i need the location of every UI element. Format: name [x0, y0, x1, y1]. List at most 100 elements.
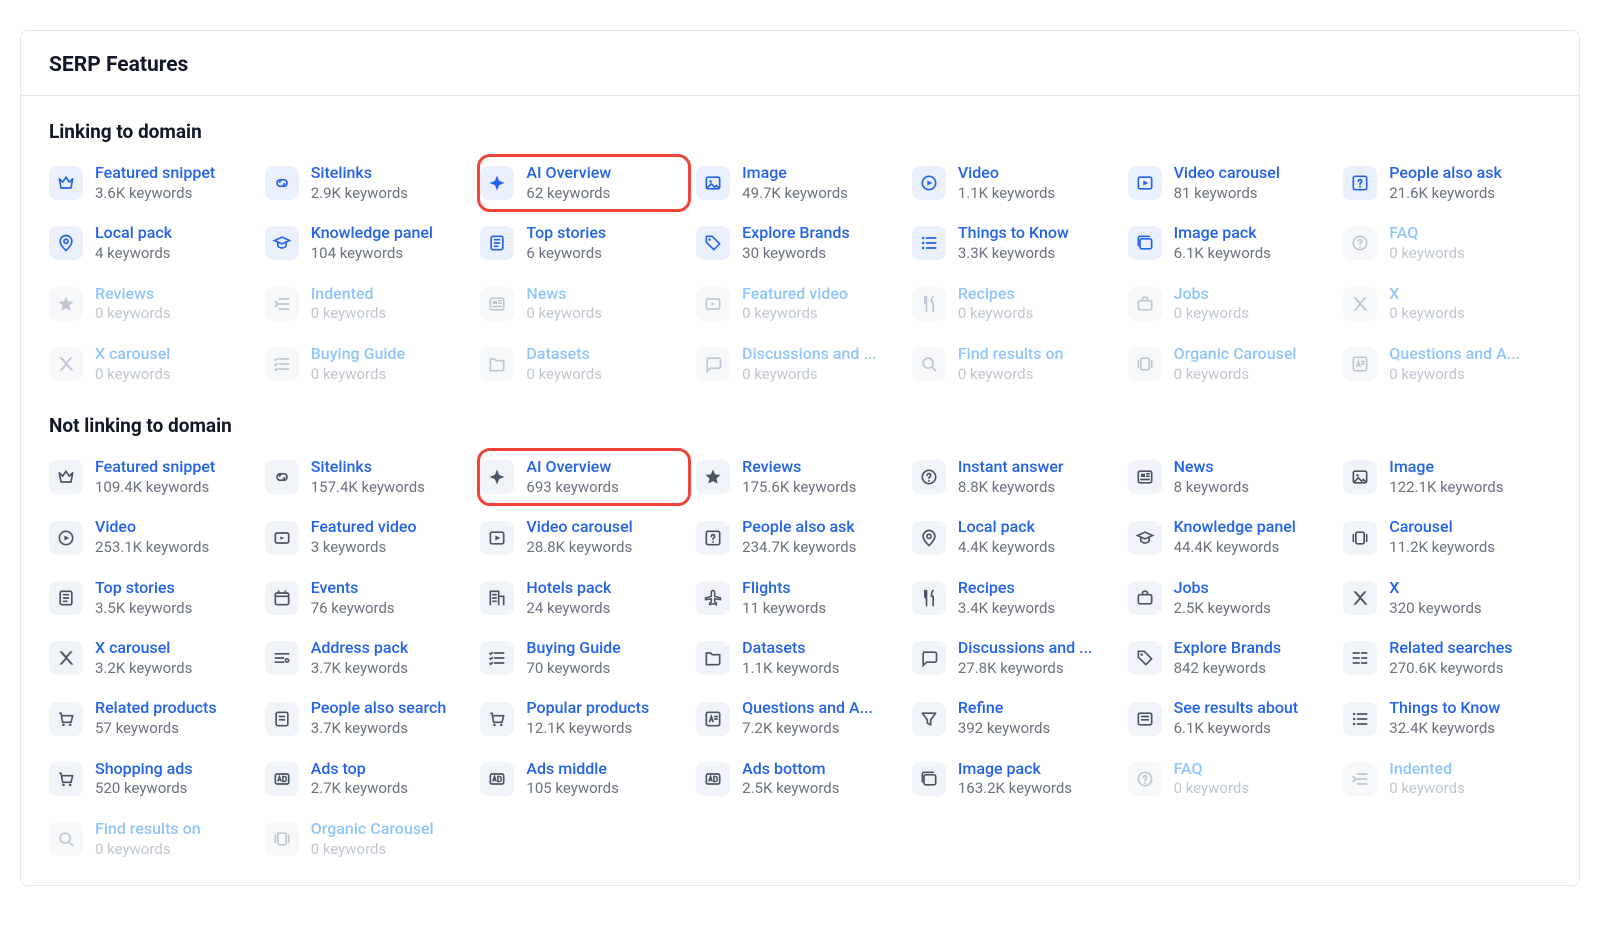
feature-carousel[interactable]: Carousel11.2K keywords — [1343, 511, 1551, 563]
feature-find-results-on[interactable]: Find results on0 keywords — [912, 338, 1120, 390]
feature-featured-video[interactable]: Featured video3 keywords — [265, 511, 473, 563]
feature-people-also-ask[interactable]: People also ask234.7K keywords — [696, 511, 904, 563]
feature-instant-answer[interactable]: Instant answer8.8K keywords — [912, 451, 1120, 503]
feature-related-products[interactable]: Related products57 keywords — [49, 692, 257, 744]
feature-sub: 693 keywords — [526, 478, 618, 498]
feature-datasets[interactable]: Datasets0 keywords — [480, 338, 688, 390]
feature-ads-top[interactable]: Ads top2.7K keywords — [265, 753, 473, 805]
feature-popular-products[interactable]: Popular products12.1K keywords — [480, 692, 688, 744]
feature-title: Video carousel — [1174, 163, 1280, 184]
feature-featured-snippet[interactable]: Featured snippet109.4K keywords — [49, 451, 257, 503]
feature-local-pack[interactable]: Local pack4 keywords — [49, 217, 257, 269]
spark-icon — [480, 166, 514, 200]
feature-title: Featured snippet — [95, 163, 215, 184]
feature-datasets[interactable]: Datasets1.1K keywords — [696, 632, 904, 684]
feature-ads-middle[interactable]: Ads middle105 keywords — [480, 753, 688, 805]
feature-video[interactable]: Video253.1K keywords — [49, 511, 257, 563]
feature-x-carousel[interactable]: X carousel0 keywords — [49, 338, 257, 390]
feature-people-also-ask[interactable]: People also ask21.6K keywords — [1343, 157, 1551, 209]
feature-title: Sitelinks — [311, 163, 408, 184]
feature-indented[interactable]: Indented0 keywords — [265, 278, 473, 330]
feature-jobs[interactable]: Jobs2.5K keywords — [1128, 572, 1336, 624]
feature-see-results-about[interactable]: See results about6.1K keywords — [1128, 692, 1336, 744]
feature-questions-answers[interactable]: Questions and A...7.2K keywords — [696, 692, 904, 744]
carousel-icon — [265, 822, 299, 856]
feature-image[interactable]: Image49.7K keywords — [696, 157, 904, 209]
feature-sub: 3.7K keywords — [311, 659, 408, 679]
feature-sub: 270.6K keywords — [1389, 659, 1512, 679]
feature-sub: 0 keywords — [1389, 365, 1520, 385]
feature-discussions[interactable]: Discussions and ...0 keywords — [696, 338, 904, 390]
feature-ai-overview[interactable]: AI Overview693 keywords — [480, 451, 688, 503]
feature-sub: 175.6K keywords — [742, 478, 856, 498]
feature-related-searches[interactable]: Related searches270.6K keywords — [1343, 632, 1551, 684]
feature-video-carousel[interactable]: Video carousel81 keywords — [1128, 157, 1336, 209]
feature-sub: 44.4K keywords — [1174, 538, 1296, 558]
newspaper-icon — [480, 287, 514, 321]
feature-title: Knowledge panel — [311, 223, 433, 244]
feature-reviews[interactable]: Reviews175.6K keywords — [696, 451, 904, 503]
feature-x-carousel[interactable]: X carousel3.2K keywords — [49, 632, 257, 684]
list-icon — [1343, 702, 1377, 736]
feature-sub: 6.1K keywords — [1174, 244, 1271, 264]
feature-sitelinks[interactable]: Sitelinks2.9K keywords — [265, 157, 473, 209]
feature-news[interactable]: News0 keywords — [480, 278, 688, 330]
feature-buying-guide[interactable]: Buying Guide70 keywords — [480, 632, 688, 684]
feature-indented[interactable]: Indented0 keywords — [1343, 753, 1551, 805]
feature-faq[interactable]: FAQ0 keywords — [1128, 753, 1336, 805]
feature-reviews[interactable]: Reviews0 keywords — [49, 278, 257, 330]
feature-title: Indented — [311, 284, 387, 305]
tag-icon — [696, 226, 730, 260]
feature-hotels-pack[interactable]: Hotels pack24 keywords — [480, 572, 688, 624]
feature-people-also-search[interactable]: People also search3.7K keywords — [265, 692, 473, 744]
feature-news[interactable]: News8 keywords — [1128, 451, 1336, 503]
feature-video-carousel[interactable]: Video carousel28.8K keywords — [480, 511, 688, 563]
x-logo-icon — [1343, 581, 1377, 615]
feature-x[interactable]: X320 keywords — [1343, 572, 1551, 624]
feature-image[interactable]: Image122.1K keywords — [1343, 451, 1551, 503]
feature-organic-carousel[interactable]: Organic Carousel0 keywords — [1128, 338, 1336, 390]
feature-image-pack[interactable]: Image pack163.2K keywords — [912, 753, 1120, 805]
feature-flights[interactable]: Flights11 keywords — [696, 572, 904, 624]
feature-ai-overview[interactable]: AI Overview62 keywords — [480, 157, 688, 209]
feature-top-stories[interactable]: Top stories6 keywords — [480, 217, 688, 269]
feature-top-stories[interactable]: Top stories3.5K keywords — [49, 572, 257, 624]
feature-featured-snippet[interactable]: Featured snippet3.6K keywords — [49, 157, 257, 209]
feature-buying-guide[interactable]: Buying Guide0 keywords — [265, 338, 473, 390]
feature-faq[interactable]: FAQ0 keywords — [1343, 217, 1551, 269]
feature-find-results-on[interactable]: Find results on0 keywords — [49, 813, 257, 865]
feature-things-to-know[interactable]: Things to Know3.3K keywords — [912, 217, 1120, 269]
feature-organic-carousel[interactable]: Organic Carousel0 keywords — [265, 813, 473, 865]
grad-cap-icon — [1128, 521, 1162, 555]
feature-recipes[interactable]: Recipes3.4K keywords — [912, 572, 1120, 624]
feature-explore-brands[interactable]: Explore Brands842 keywords — [1128, 632, 1336, 684]
feature-explore-brands[interactable]: Explore Brands30 keywords — [696, 217, 904, 269]
feature-questions-answers[interactable]: Questions and A...0 keywords — [1343, 338, 1551, 390]
feature-video[interactable]: Video1.1K keywords — [912, 157, 1120, 209]
feature-refine[interactable]: Refine392 keywords — [912, 692, 1120, 744]
feature-jobs[interactable]: Jobs0 keywords — [1128, 278, 1336, 330]
feature-shopping-ads[interactable]: Shopping ads520 keywords — [49, 753, 257, 805]
feature-x[interactable]: X0 keywords — [1343, 278, 1551, 330]
feature-image-pack[interactable]: Image pack6.1K keywords — [1128, 217, 1336, 269]
feature-address-pack[interactable]: Address pack3.7K keywords — [265, 632, 473, 684]
feature-ads-bottom[interactable]: Ads bottom2.5K keywords — [696, 753, 904, 805]
feature-discussions[interactable]: Discussions and ...27.8K keywords — [912, 632, 1120, 684]
feature-sub: 11.2K keywords — [1389, 538, 1495, 558]
list-icon — [912, 226, 946, 260]
feature-knowledge-panel[interactable]: Knowledge panel44.4K keywords — [1128, 511, 1336, 563]
feature-knowledge-panel[interactable]: Knowledge panel104 keywords — [265, 217, 473, 269]
feature-sub: 76 keywords — [311, 599, 395, 619]
plane-icon — [696, 581, 730, 615]
feature-events[interactable]: Events76 keywords — [265, 572, 473, 624]
feature-sitelinks[interactable]: Sitelinks157.4K keywords — [265, 451, 473, 503]
feature-things-to-know[interactable]: Things to Know32.4K keywords — [1343, 692, 1551, 744]
feature-sub: 1.1K keywords — [742, 659, 839, 679]
feature-title: News — [1174, 457, 1250, 478]
feature-local-pack[interactable]: Local pack4.4K keywords — [912, 511, 1120, 563]
feature-recipes[interactable]: Recipes0 keywords — [912, 278, 1120, 330]
play-square-icon — [1128, 166, 1162, 200]
pin-icon — [912, 521, 946, 555]
feature-featured-video[interactable]: Featured video0 keywords — [696, 278, 904, 330]
feature-sub: 320 keywords — [1389, 599, 1481, 619]
